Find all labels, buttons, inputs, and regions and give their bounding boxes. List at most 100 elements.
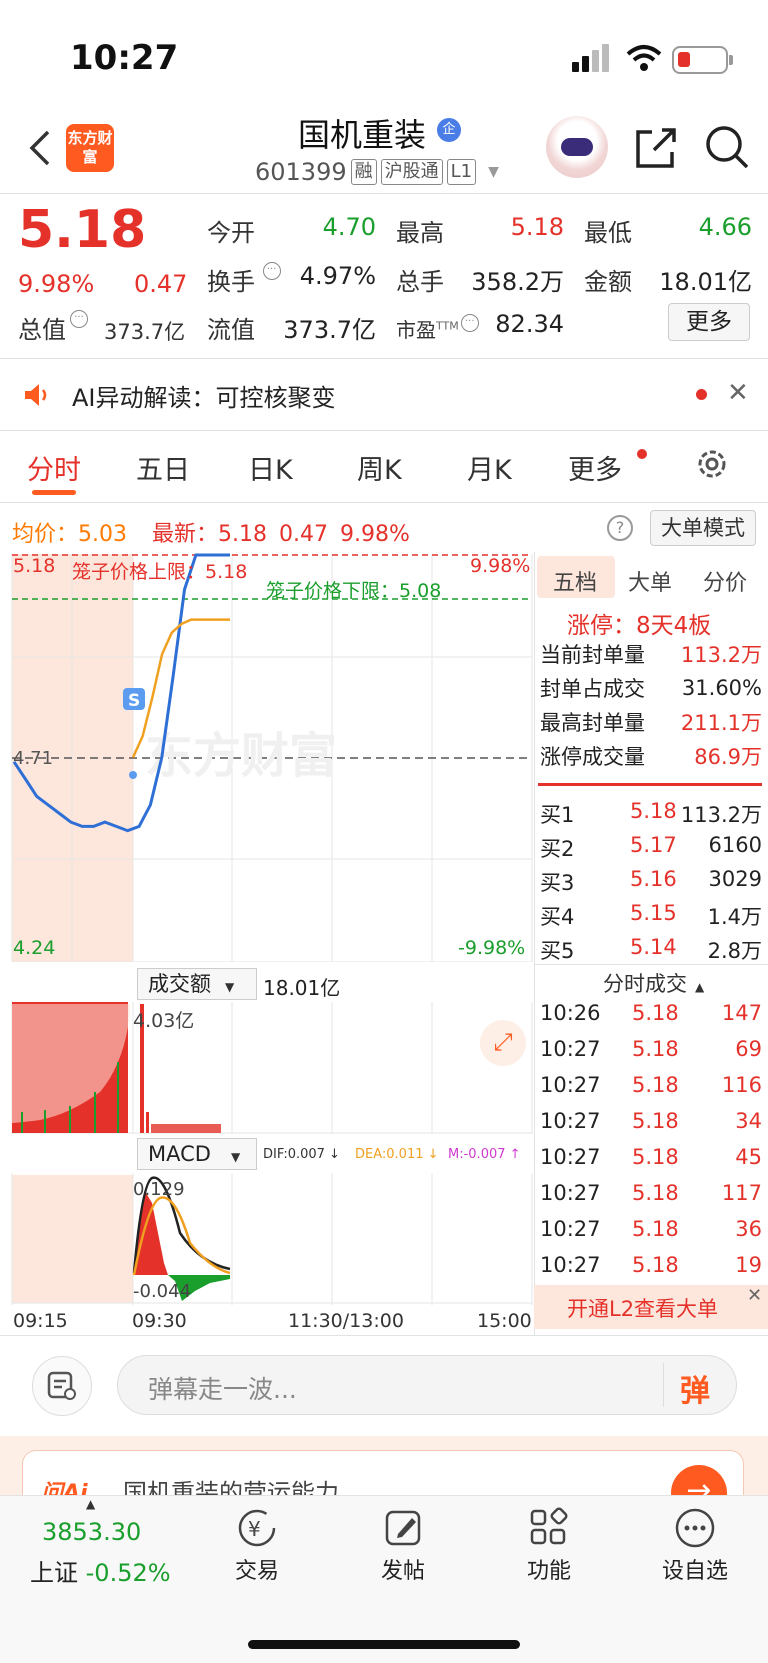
trade-row: 10:27 5.18 36 (540, 1217, 762, 1241)
macd-indicator-select[interactable]: MACD ▼ (137, 1138, 257, 1170)
macd-chart (11, 1173, 533, 1305)
latest-price-label: 最新：5.18 0.47 9.98% (152, 522, 410, 547)
close-icon[interactable]: ✕ (727, 378, 749, 408)
back-icon[interactable] (26, 128, 52, 168)
avg-price-label: 均价：5.03 (12, 522, 127, 547)
tab-more[interactable]: 更多 (568, 448, 622, 487)
trade-row: 10:27 5.18 19 (540, 1253, 762, 1277)
tab-daily-k[interactable]: 日K (248, 448, 293, 487)
chevron-down-icon: ▼ (488, 164, 499, 180)
metric-row: 封单占成交 31.60% (540, 676, 762, 701)
app-logo: 东方财富 (66, 124, 114, 172)
tab-more-dot (637, 449, 647, 459)
tab-weekly-k[interactable]: 周K (357, 448, 402, 487)
enterprise-badge: 企 (437, 118, 461, 142)
volume-total: 18.01亿 (263, 976, 341, 1000)
trade-row: 10:27 5.18 45 (540, 1145, 762, 1169)
search-icon[interactable] (704, 124, 750, 170)
nav-functions[interactable]: 功能 (489, 1553, 609, 1585)
stat-volume-value: 358.2万 (471, 268, 564, 296)
comment-placeholder: 弹幕走一波... (148, 1375, 297, 1404)
stat-low-label: 最低 (584, 219, 632, 247)
watermark: 东方财富 (145, 730, 337, 783)
info-icon[interactable]: ··· (262, 262, 281, 280)
tab-price-dist[interactable]: 分价 (703, 565, 747, 597)
index-ticker[interactable]: 上证 -0.52% (30, 1553, 171, 1588)
macd-m: M:-0.007 ↑ (448, 1147, 521, 1162)
promo-card[interactable]: 问Ai 国机重装的营运能力 → (22, 1450, 744, 1500)
stat-high-label: 最高 (396, 219, 444, 247)
battery-icon (672, 46, 728, 74)
info-icon[interactable]: ··· (70, 310, 88, 328)
y-label-top: 5.18 (13, 555, 56, 577)
trade-row: 10:27 5.18 116 (540, 1073, 762, 1097)
order-book-row: 买2 5.17 6160 (540, 833, 762, 861)
expand-icon[interactable]: ⤢ (480, 1020, 526, 1066)
trades-title[interactable]: 分时成交 ▲ (603, 968, 704, 998)
stat-turnover-value: 4.97% (299, 262, 376, 290)
notes-icon (47, 1371, 76, 1400)
volume-max-label: 4.03亿 (133, 1010, 195, 1032)
volume-chart (11, 1002, 533, 1134)
danmu-button[interactable]: 弹 (680, 1366, 710, 1410)
limit-up-status: 涨停：8天4板 (567, 613, 712, 639)
caret-up-icon: ▲ (695, 980, 705, 994)
change-pct: 9.98% (18, 270, 95, 298)
help-icon[interactable]: ? (607, 515, 633, 541)
nav-watchlist[interactable]: 设自选 (635, 1553, 755, 1585)
stat-mktcap-label: 总值 ··· (18, 310, 88, 345)
trade-row: 10:27 5.18 117 (540, 1181, 762, 1205)
caret-down-icon: ▼ (225, 980, 235, 994)
nav-post[interactable]: 发帖 (343, 1553, 463, 1585)
intraday-chart[interactable]: 东方财富 S (0, 552, 534, 962)
change-abs: 0.47 (134, 270, 188, 298)
more-stats-button[interactable]: 更多 (668, 303, 750, 341)
tab-big-orders[interactable]: 大单 (628, 565, 672, 597)
speaker-icon (25, 384, 47, 406)
signal-icon (572, 44, 612, 74)
tab-five-levels-label[interactable]: 五档 (553, 565, 597, 597)
index-value[interactable]: 3853.30 (42, 1518, 141, 1546)
info-icon[interactable]: ··· (460, 314, 479, 332)
metric-row: 当前封单量 113.2万 (540, 643, 762, 667)
current-price: 5.18 (18, 200, 147, 260)
share-icon[interactable] (634, 126, 678, 170)
order-book-row: 买4 5.15 1.4万 (540, 901, 762, 929)
order-book-row: 买5 5.14 2.8万 (540, 935, 762, 963)
functions-icon (530, 1507, 568, 1545)
nav-trade[interactable]: 交易 (197, 1553, 317, 1585)
close-icon[interactable]: ✕ (747, 1285, 762, 1306)
l2-upgrade-text[interactable]: 开通L2查看大单 (567, 1293, 718, 1323)
stock-code-row[interactable]: 601399 融 沪股通 L1 ▼ (255, 158, 499, 186)
stat-low-value: 4.66 (698, 213, 752, 241)
y-label-top-pct: 9.98% (470, 555, 531, 577)
macd-dea: DEA:0.011 ↓ (355, 1147, 439, 1162)
tag-level: L1 (446, 159, 477, 185)
tag-margin: 融 (350, 159, 377, 185)
big-order-mode-button[interactable]: 大单模式 (650, 510, 756, 546)
y-label-bottom-pct: -9.98% (458, 937, 526, 959)
s-marker: S (128, 691, 140, 711)
order-book-row: 买1 5.18 113.2万 (540, 799, 762, 827)
stock-code: 601399 (255, 158, 347, 186)
metric-row: 最高封单量 211.1万 (540, 711, 762, 735)
stat-open-value: 4.70 (322, 213, 376, 241)
metric-row: 涨停成交量 86.9万 (540, 745, 762, 769)
ai-banner-text[interactable]: AI异动解读：可控核聚变 (72, 378, 336, 413)
x-tick-0930: 09:30 (132, 1310, 187, 1332)
tab-monthly-k[interactable]: 月K (467, 448, 512, 487)
stat-pe-value: 82.34 (495, 310, 564, 338)
settings-icon[interactable] (694, 446, 730, 482)
x-tick-0915: 09:15 (13, 1310, 68, 1332)
trade-row: 10:27 5.18 34 (540, 1109, 762, 1133)
trade-row: 10:27 5.18 69 (540, 1037, 762, 1061)
tab-intraday[interactable]: 分时 (27, 448, 81, 487)
y-label-mid: 4.71 (13, 748, 54, 769)
tab-five-day[interactable]: 五日 (136, 448, 190, 487)
macd-top-label: 0.129 (133, 1179, 185, 1200)
volume-indicator-select[interactable]: 成交额 ▼ (137, 968, 257, 1000)
stock-name: 国机重装 (298, 116, 427, 154)
caret-down-icon: ▼ (230, 1150, 241, 1164)
x-tick-midday: 11:30/13:00 (288, 1310, 404, 1332)
y-label-bottom: 4.24 (13, 937, 56, 959)
